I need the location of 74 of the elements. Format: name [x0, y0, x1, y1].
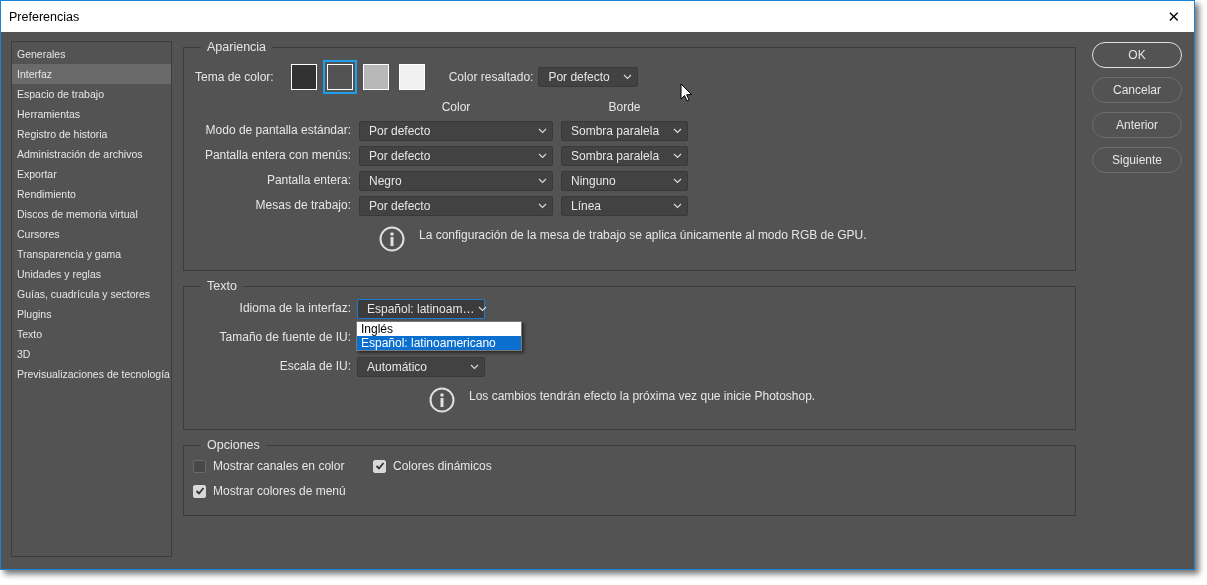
column-header: Borde	[607, 100, 642, 116]
sidebar-item[interactable]: Administración de archivos	[12, 144, 171, 164]
dropdown[interactable]: Sombra paralela	[561, 121, 688, 141]
dropdown-option[interactable]: Inglés	[357, 322, 521, 336]
dropdown[interactable]: Por defecto	[359, 146, 553, 166]
caret-icon	[538, 128, 547, 134]
dropdown[interactable]: Línea	[561, 196, 688, 216]
caret-icon	[538, 203, 547, 209]
dialog-button[interactable]: Siguiente	[1092, 147, 1182, 173]
sidebar-item[interactable]: 3D	[12, 344, 171, 364]
checkbox[interactable]	[193, 459, 206, 473]
dropdown[interactable]: Automático	[357, 357, 485, 377]
cursor-icon	[680, 83, 693, 102]
sidebar-item[interactable]: Generales	[12, 44, 171, 64]
sidebar-item[interactable]: Herramientas	[12, 104, 171, 124]
dialog-button[interactable]: Anterior	[1092, 112, 1182, 138]
dropdown[interactable]: Ninguno	[561, 171, 688, 191]
field-label: Idioma de la interfaz:	[238, 300, 351, 317]
dropdown[interactable]: Por defecto	[359, 196, 553, 216]
column-header: Color	[440, 100, 472, 116]
dropdown[interactable]: Por defecto	[359, 121, 553, 141]
sidebar-item[interactable]: Exportar	[12, 164, 171, 184]
dropdown[interactable]: Por defecto	[538, 67, 639, 87]
caret-icon	[538, 178, 547, 184]
field-label: Pantalla entera con menús:	[203, 147, 351, 164]
close-button[interactable]: ✕	[1161, 7, 1186, 26]
sidebar-item[interactable]: Previsualizaciones de tecnología	[12, 364, 171, 384]
checkbox-label: Mostrar canales en color	[213, 459, 345, 473]
info-text: La configuración de la mesa de trabajo se aplica únicamente al modo RGB de GPU.	[419, 228, 867, 242]
theme-swatch[interactable]	[360, 62, 391, 92]
dropdown[interactable]: Negro	[359, 171, 553, 191]
field-label: Mesas de trabajo:	[254, 197, 351, 214]
info-icon	[379, 226, 405, 252]
section-title: Apariencia	[206, 40, 268, 54]
dropdown-option[interactable]: Español: latinoamericano	[357, 336, 521, 350]
sidebar-item[interactable]: Interfaz	[12, 64, 171, 84]
theme-swatch[interactable]	[322, 60, 357, 94]
theme-swatch[interactable]	[288, 62, 319, 92]
sidebar-item[interactable]: Guías, cuadrícula y sectores	[12, 284, 171, 304]
caret-icon	[673, 203, 682, 209]
sidebar-item[interactable]: Registro de historia	[12, 124, 171, 144]
section-title: Opciones	[206, 438, 261, 452]
caret-icon	[673, 128, 682, 134]
caret-icon	[538, 153, 547, 159]
sidebar-item[interactable]: Transparencia y gama	[12, 244, 171, 264]
sidebar-item[interactable]: Discos de memoria virtual	[12, 204, 171, 224]
checkbox-label: Mostrar colores de menú	[213, 484, 346, 498]
theme-swatch[interactable]	[396, 62, 427, 92]
sidebar-item[interactable]: Espacio de trabajo	[12, 84, 171, 104]
field-label: Color resaltado:	[448, 70, 534, 84]
sidebar-item[interactable]: Rendimiento	[12, 184, 171, 204]
field-label: Tema de color:	[195, 70, 274, 84]
field-label: Pantalla entera:	[265, 172, 351, 189]
info-text: Los cambios tendrán efecto la próxima vez que inicie Photoshop.	[469, 389, 816, 403]
checkbox-label: Colores dinámicos	[393, 459, 492, 473]
sidebar-item[interactable]: Plugins	[12, 304, 171, 324]
sidebar-item[interactable]: Unidades y reglas	[12, 264, 171, 284]
window-title: Preferencias	[9, 9, 80, 24]
sidebar-item[interactable]: Texto	[12, 324, 171, 344]
dropdown[interactable]: Español: latinoam…	[357, 299, 485, 319]
caret-icon	[478, 306, 488, 312]
field-label: Tamaño de fuente de IU:	[218, 329, 351, 346]
field-label: Escala de IU:	[278, 358, 351, 375]
dialog-button[interactable]: OK	[1092, 42, 1182, 68]
info-icon	[429, 387, 455, 413]
caret-icon	[623, 74, 633, 80]
caret-icon	[470, 364, 479, 370]
caret-icon	[673, 153, 682, 159]
caret-icon	[673, 178, 682, 184]
dropdown[interactable]: Sombra paralela	[561, 146, 688, 166]
dialog-button[interactable]: Cancelar	[1092, 77, 1182, 103]
section-title: Texto	[206, 279, 238, 293]
sidebar-item[interactable]: Cursores	[12, 224, 171, 244]
field-label: Modo de pantalla estándar:	[204, 122, 351, 139]
